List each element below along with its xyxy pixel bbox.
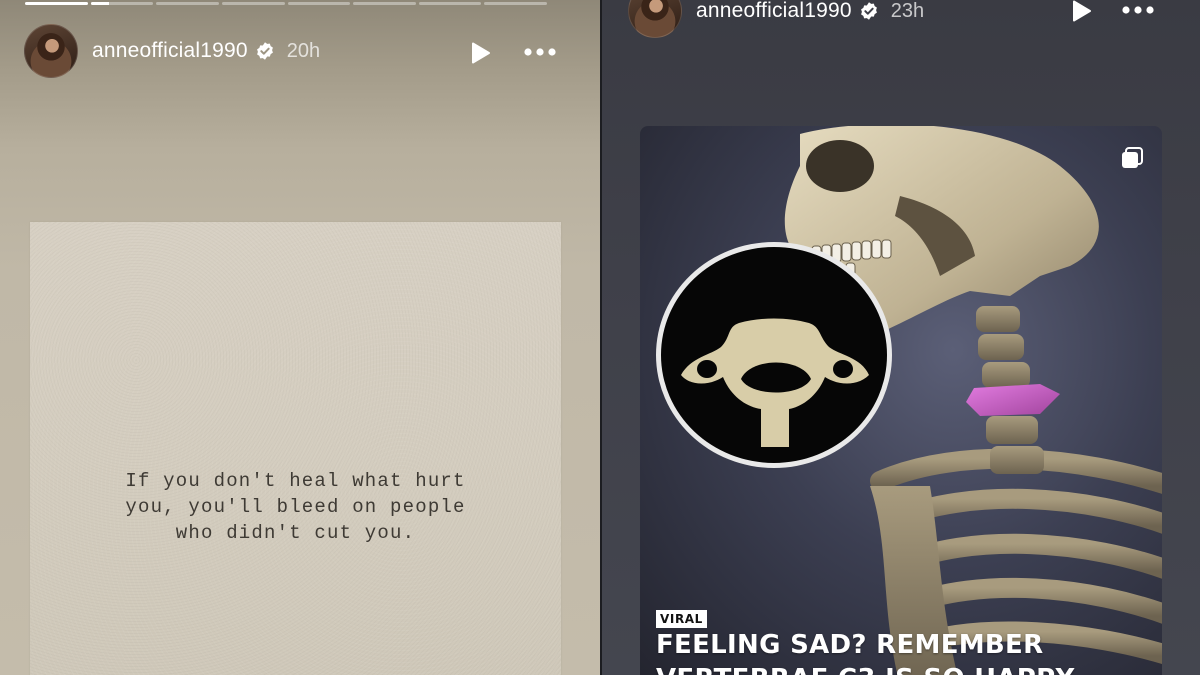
- story-left[interactable]: anneofficial1990 20h If you don't heal w…: [0, 0, 600, 675]
- quote-image: If you don't heal what hurt you, you'll …: [30, 222, 561, 675]
- more-options-icon[interactable]: [522, 44, 558, 60]
- username[interactable]: anneofficial1990: [92, 39, 248, 63]
- story-progress-bar: [25, 2, 547, 5]
- quote-line: If you don't heal what hurt: [125, 470, 466, 492]
- quote-line: who didn't cut you.: [175, 522, 416, 544]
- avatar[interactable]: [628, 0, 682, 38]
- carousel-icon: [1122, 147, 1143, 168]
- progress-segment: [221, 2, 285, 5]
- story-right[interactable]: anneofficial1990 23h VIRAL FEELING SAD? …: [600, 0, 1200, 675]
- timestamp: 23h: [890, 0, 925, 22]
- progress-segment: [90, 2, 154, 5]
- play-icon[interactable]: [1068, 0, 1094, 24]
- play-icon[interactable]: [467, 40, 493, 66]
- progress-segment: [484, 2, 547, 5]
- quote-line: you, you'll bleed on people: [125, 496, 466, 518]
- verified-badge-icon: [860, 2, 877, 20]
- avatar[interactable]: [24, 24, 78, 78]
- story-header: anneofficial1990 20h: [24, 24, 320, 78]
- progress-segment: [25, 2, 88, 5]
- headline-line: FEELING SAD? REMEMBER: [656, 630, 1044, 660]
- progress-segment: [156, 2, 219, 5]
- vertebra-icon: [681, 318, 869, 447]
- post-headline: FEELING SAD? REMEMBER VERTEBRAE C3 IS SO…: [656, 628, 1156, 675]
- verified-badge-icon: [256, 42, 273, 60]
- shared-post[interactable]: VIRAL FEELING SAD? REMEMBER VERTEBRAE C3…: [640, 126, 1162, 675]
- username[interactable]: anneofficial1990: [696, 0, 852, 23]
- progress-segment: [287, 2, 351, 5]
- quote-text: If you don't heal what hurt you, you'll …: [30, 468, 561, 546]
- progress-segment: [418, 2, 482, 5]
- headline-line: VERTEBRAE C3 IS SO HAPPY: [656, 662, 1156, 675]
- more-options-icon[interactable]: [1120, 2, 1156, 18]
- timestamp: 20h: [286, 39, 321, 62]
- viral-badge: VIRAL: [656, 610, 707, 628]
- story-header: anneofficial1990 23h: [628, 0, 924, 38]
- progress-segment: [353, 2, 416, 5]
- vertebra-closeup: [656, 242, 892, 468]
